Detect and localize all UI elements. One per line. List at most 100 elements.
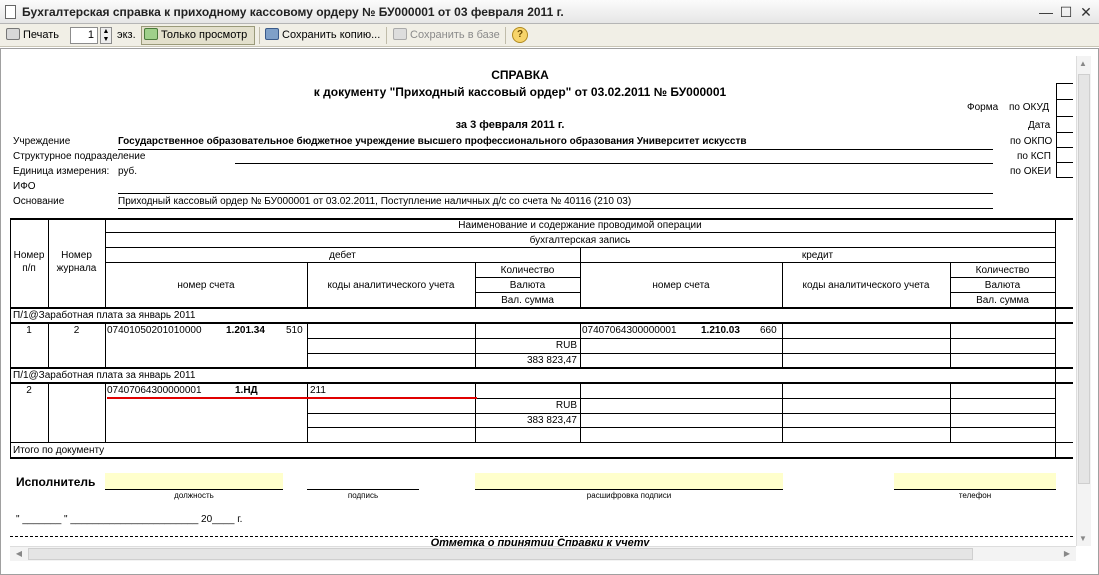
struct-label: Структурное подразделение: [13, 151, 146, 162]
ifo-label: ИФО: [13, 181, 36, 192]
position-underline: [105, 489, 283, 490]
date-signature-line: " _______ " _______________________ 20__…: [16, 514, 243, 525]
basis-label: Основание: [13, 196, 65, 207]
copies-input[interactable]: 1: [70, 27, 98, 44]
ksp-label: по КСП: [1017, 151, 1051, 162]
group-border: [10, 322, 1073, 324]
col-divider: [307, 322, 308, 367]
vertical-scrollbar[interactable]: ▲ ▼: [1076, 56, 1091, 546]
debit-analytics-header: коды аналитического учета: [327, 280, 455, 291]
row-divider: [307, 338, 1055, 339]
col-divider: [782, 322, 783, 367]
row-divider: [307, 353, 1055, 354]
debit-header: дебет: [329, 250, 356, 261]
scroll-down-icon[interactable]: ▼: [1077, 534, 1089, 543]
total-label: Итого по документу: [13, 445, 105, 456]
credit-account-header: номер счета: [652, 280, 710, 291]
vertical-scroll-thumb[interactable]: [1078, 74, 1090, 484]
institution-label: Учреждение: [13, 136, 71, 147]
col-divider: [950, 382, 951, 442]
operation-header: Наименование и содержание проводимой опе…: [458, 220, 702, 231]
group-title: П/1@Заработная плата за январь 2011: [13, 310, 196, 321]
window-title: Бухгалтерская справка к приходному кассо…: [22, 5, 564, 19]
window-titlebar: Бухгалтерская справка к приходному кассо…: [0, 0, 1099, 24]
sign-underline: [307, 489, 419, 490]
footer-cut-heading: Отметка о принятии Справки к учету: [430, 537, 650, 546]
forma-label: Форма: [967, 102, 999, 113]
table-bottom-border: [10, 457, 1073, 459]
okei-label: по ОКЕИ: [1010, 166, 1052, 177]
decode-underline: [475, 489, 783, 490]
col-divider: [580, 382, 581, 442]
col-divider: [105, 382, 106, 442]
checkbox-icon: [144, 28, 158, 40]
printer-icon: [6, 28, 20, 40]
phone-underline: [894, 489, 1056, 490]
print-button[interactable]: Печать: [6, 26, 59, 45]
basis-underline: [118, 208, 993, 209]
unit-value: руб.: [118, 166, 138, 177]
phone-caption: телефон: [958, 491, 992, 500]
group-title: П/1@Заработная плата за январь 2011: [13, 370, 196, 381]
maximize-icon[interactable]: ☐: [1057, 3, 1075, 21]
position-caption: должность: [174, 491, 214, 500]
institution-underline: [118, 149, 993, 150]
scroll-left-icon[interactable]: ◀: [13, 549, 25, 558]
ifo-underline: [118, 193, 993, 194]
save-db-button[interactable]: Сохранить в базе: [393, 26, 500, 45]
copies-suffix: экз.: [117, 29, 136, 41]
debit-account: 07407064300000001: [107, 385, 202, 396]
institution-value: Государственное образовательное бюджетно…: [118, 136, 747, 147]
decode-field[interactable]: [475, 473, 783, 489]
row-divider: [950, 277, 1055, 278]
sign-caption: подпись: [347, 491, 379, 500]
horizontal-scroll-thumb[interactable]: [28, 548, 973, 560]
group-border: [10, 382, 1073, 384]
debit-analytics: 211: [310, 385, 326, 396]
debit-account: 07401050201010000: [107, 325, 202, 336]
col-divider: [580, 322, 581, 367]
position-field[interactable]: [105, 473, 283, 489]
okpo-label: по ОКПО: [1010, 136, 1053, 147]
codes-divider: [1056, 99, 1073, 100]
row-divider: [950, 292, 1055, 293]
decode-caption: расшифровка подписи: [586, 491, 672, 500]
floppy-icon: [265, 28, 279, 40]
okud-label: по ОКУД: [1009, 102, 1050, 113]
codes-divider: [1056, 147, 1073, 148]
credit-analytics-header: коды аналитического учета: [802, 280, 930, 291]
report-heading: СПРАВКА: [491, 68, 549, 82]
help-icon[interactable]: ?: [512, 27, 528, 43]
scroll-up-icon[interactable]: ▲: [1077, 59, 1089, 68]
date-code-label: Дата: [1028, 120, 1051, 131]
table-right-border: [1055, 218, 1056, 458]
phone-field[interactable]: [894, 473, 1056, 489]
debit-cursum-header: Вал. сумма: [501, 295, 554, 306]
codes-divider: [1056, 162, 1073, 163]
credit-cursum-header: Вал. сумма: [976, 295, 1029, 306]
row-divider: [475, 277, 580, 278]
codes-divider: [1056, 116, 1073, 117]
save-copy-button[interactable]: Сохранить копию...: [265, 26, 380, 45]
row-num: 1: [26, 325, 32, 336]
scroll-right-icon[interactable]: ▶: [1061, 549, 1073, 558]
unit-label: Единица измерения:: [13, 166, 110, 177]
debit-code: 1.201.34: [226, 325, 265, 336]
row-num: 2: [26, 385, 32, 396]
col-num-header: Номер п/п: [13, 250, 45, 274]
close-icon[interactable]: ✕: [1077, 3, 1095, 21]
copies-stepper[interactable]: ▲ ▼: [100, 27, 112, 44]
minimize-icon[interactable]: —: [1037, 3, 1055, 21]
col-divider: [475, 322, 476, 367]
view-only-button[interactable]: Только просмотр: [144, 26, 247, 45]
debit-account-header: номер счета: [177, 280, 235, 291]
col-divider: [105, 322, 106, 367]
row-journal: 2: [73, 325, 80, 336]
horizontal-scrollbar[interactable]: ◀ ▶: [10, 546, 1076, 561]
credit-header: кредит: [801, 250, 834, 261]
document-icon: [5, 5, 16, 19]
col-divider: [48, 382, 49, 442]
red-underline: [107, 397, 477, 399]
row-bottom-border: [10, 442, 1073, 443]
debit-currency: RUB: [555, 340, 577, 351]
